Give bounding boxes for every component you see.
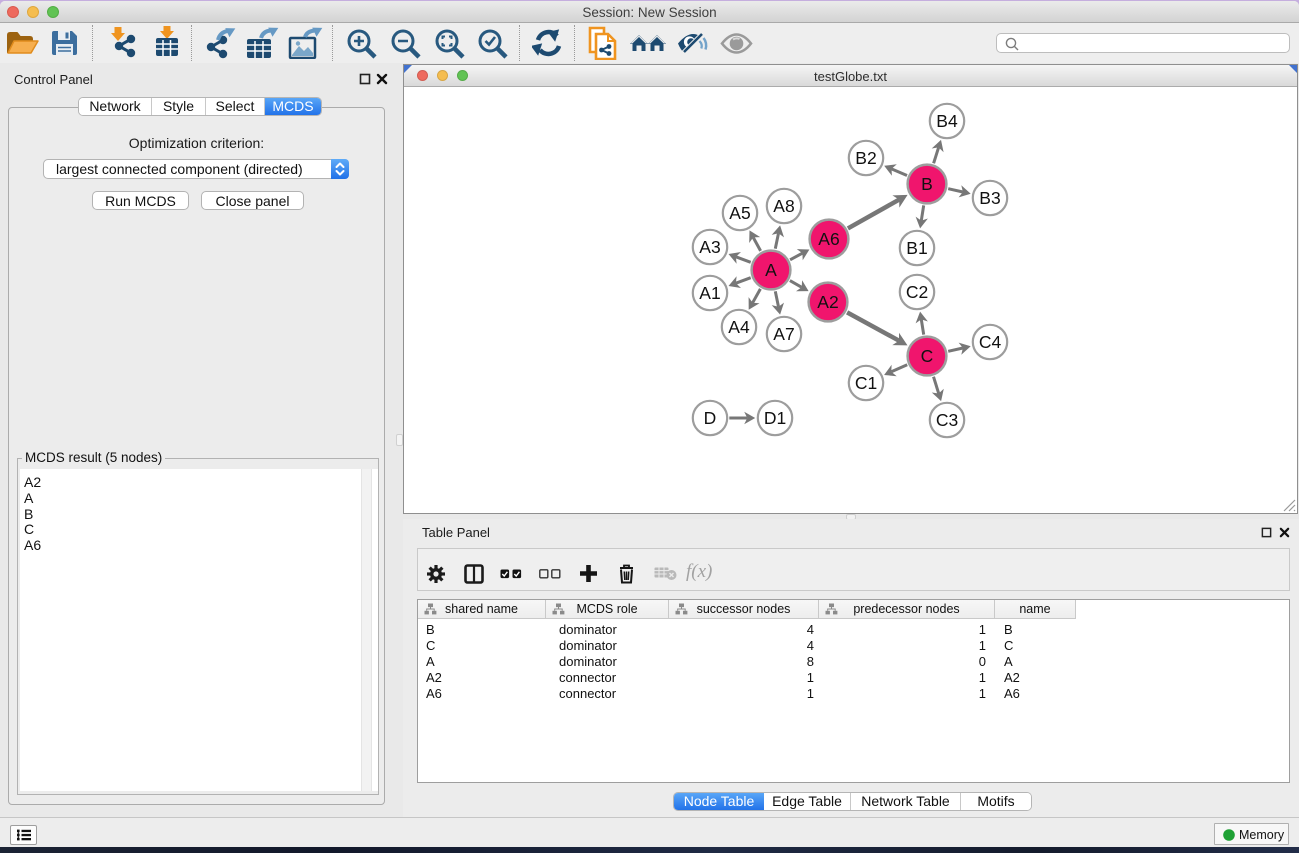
svg-text:A1: A1 (699, 283, 720, 303)
svg-text:B: B (921, 174, 933, 194)
svg-text:C: C (921, 346, 934, 366)
svg-text:A5: A5 (729, 203, 750, 223)
svg-text:D1: D1 (764, 408, 786, 428)
svg-text:A7: A7 (773, 324, 794, 344)
svg-text:C3: C3 (936, 410, 958, 430)
svg-text:D: D (704, 408, 717, 428)
svg-text:A: A (765, 260, 777, 280)
svg-text:A8: A8 (773, 196, 794, 216)
svg-text:A4: A4 (728, 317, 750, 337)
svg-text:A6: A6 (818, 229, 839, 249)
svg-text:C4: C4 (979, 332, 1002, 352)
svg-text:A2: A2 (817, 292, 838, 312)
svg-text:B1: B1 (906, 238, 927, 258)
svg-text:B4: B4 (936, 111, 958, 131)
svg-text:B3: B3 (979, 188, 1000, 208)
svg-text:B2: B2 (855, 148, 876, 168)
svg-text:C1: C1 (855, 373, 877, 393)
svg-text:A3: A3 (699, 237, 720, 257)
svg-text:C2: C2 (906, 282, 928, 302)
